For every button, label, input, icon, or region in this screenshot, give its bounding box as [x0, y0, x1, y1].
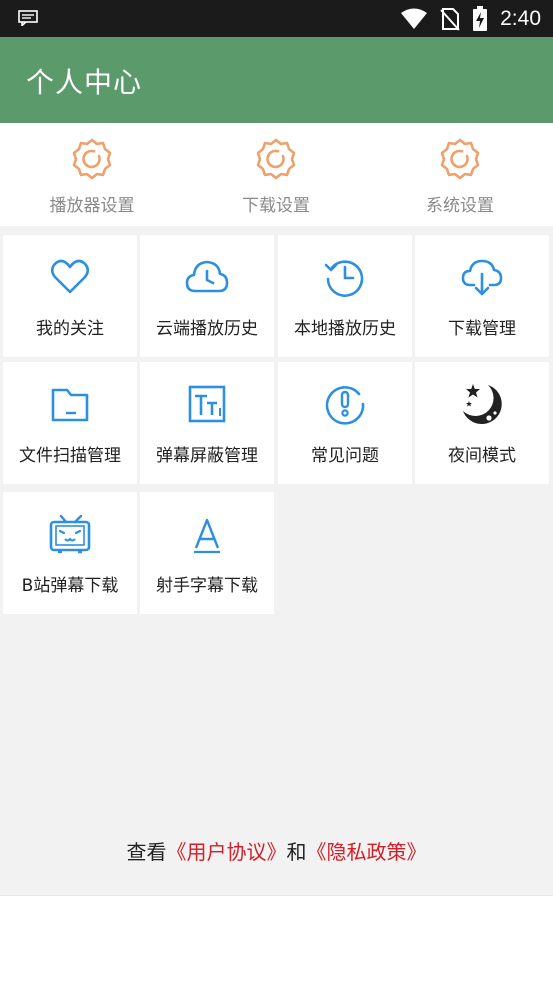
- user-agreement-link[interactable]: 《用户协议》: [167, 840, 287, 864]
- player-settings-label: 播放器设置: [49, 196, 135, 216]
- cloud-download-icon: [461, 259, 503, 296]
- download-settings-label: 下载设置: [242, 196, 310, 216]
- download-settings-button[interactable]: 下载设置: [184, 123, 368, 226]
- status-bar: 2:40: [0, 0, 553, 37]
- exclamation-icon: [325, 386, 365, 425]
- wifi-icon: [401, 8, 428, 29]
- text-size-icon: [188, 385, 226, 423]
- tile-label: B站弹幕下载: [21, 576, 119, 596]
- tile-label: 我的关注: [36, 319, 104, 339]
- status-time: 2:40: [500, 7, 541, 30]
- tile-label: 射手字幕下载: [156, 576, 258, 596]
- system-settings-button[interactable]: 系统设置: [368, 123, 552, 226]
- system-settings-label: 系统设置: [426, 196, 494, 216]
- privacy-policy-link[interactable]: 《隐私政策》: [307, 840, 427, 864]
- no-sim-icon: [440, 8, 460, 31]
- gear-icon: [440, 138, 480, 180]
- gear-icon: [72, 138, 112, 180]
- tile-label: 夜间模式: [448, 446, 516, 466]
- tile-night-mode[interactable]: 夜间模式: [415, 362, 549, 484]
- app-bar: 个人中心: [0, 37, 553, 123]
- tv-icon: [49, 514, 91, 554]
- player-settings-button[interactable]: 播放器设置: [0, 123, 184, 226]
- tile-cloud-history[interactable]: 云端播放历史: [140, 235, 274, 357]
- battery-charging-icon: [473, 6, 488, 31]
- tile-label: 本地播放历史: [294, 319, 396, 339]
- tile-danmaku-block[interactable]: 弹幕屏蔽管理: [140, 362, 274, 484]
- page-title: 个人中心: [26, 66, 143, 99]
- message-icon: [18, 10, 38, 26]
- tile-label: 文件扫描管理: [19, 446, 121, 466]
- folder-icon: [51, 388, 89, 422]
- tile-shooter-subtitle[interactable]: 射手字幕下载: [140, 492, 274, 614]
- tile-label: 下载管理: [448, 319, 516, 339]
- moon-icon: [463, 384, 502, 424]
- tile-local-history[interactable]: 本地播放历史: [278, 235, 412, 357]
- tile-label: 弹幕屏蔽管理: [156, 446, 258, 466]
- heart-icon: [50, 259, 90, 294]
- footer-conjunction: 和: [286, 840, 307, 864]
- tile-download-manager[interactable]: 下载管理: [415, 235, 549, 357]
- footer-prefix: 查看: [126, 840, 167, 864]
- tile-faq[interactable]: 常见问题: [278, 362, 412, 484]
- tile-label: 云端播放历史: [156, 319, 258, 339]
- tile-label: 常见问题: [311, 446, 379, 466]
- cloud-clock-icon: [185, 260, 229, 293]
- letter-a-icon: [194, 518, 220, 554]
- gear-icon: [256, 138, 296, 180]
- policy-footer: 查看《用户协议》和《隐私政策》: [0, 836, 553, 865]
- settings-row: 播放器设置 下载设置 系统设置: [0, 123, 553, 226]
- bottom-area: [0, 895, 553, 983]
- history-clock-icon: [324, 260, 364, 297]
- tile-bilibili-danmaku[interactable]: B站弹幕下载: [3, 492, 137, 614]
- tile-my-follows[interactable]: 我的关注: [3, 235, 137, 357]
- tile-file-scan[interactable]: 文件扫描管理: [3, 362, 137, 484]
